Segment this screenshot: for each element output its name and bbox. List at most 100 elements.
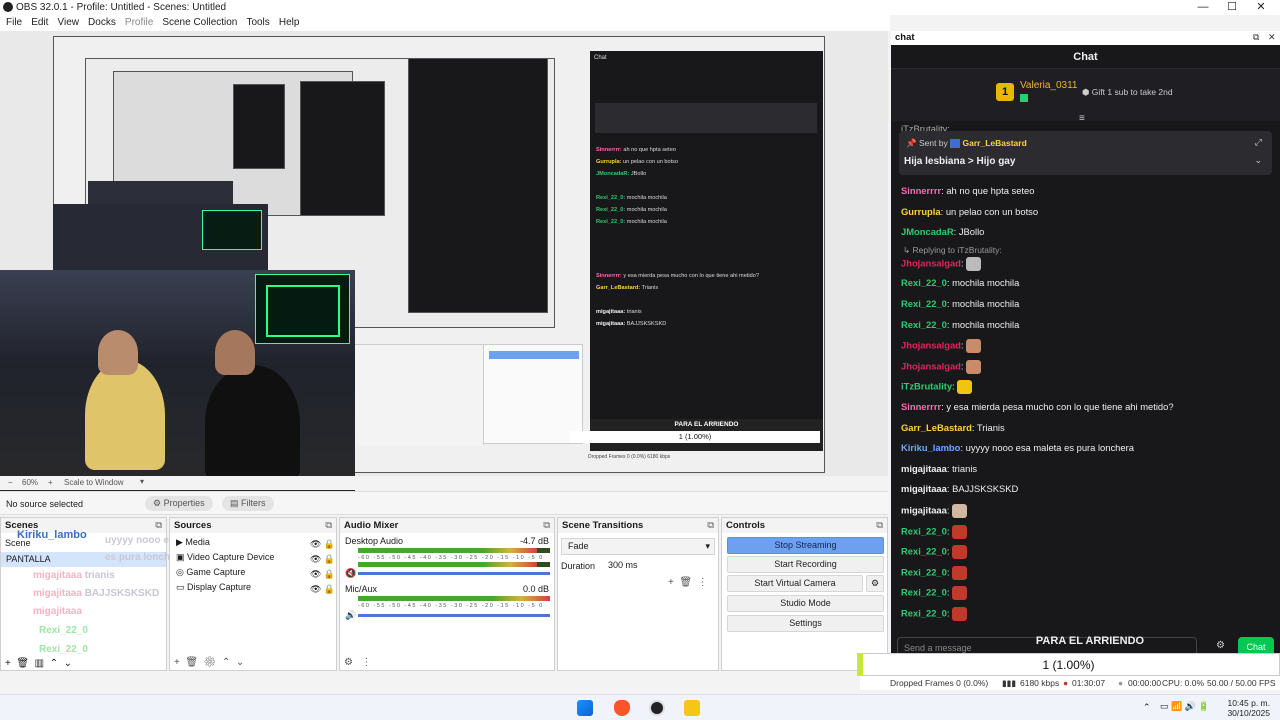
chat-username[interactable]: Rexi_22_0 [901, 587, 947, 598]
mute-icon[interactable]: 🔇 [345, 568, 356, 579]
chat-username[interactable]: JMoncadaR [901, 226, 954, 237]
preview-area[interactable]: Chat Sinnerrrr: ah no que hpta seteo Gur… [0, 31, 888, 505]
move-down-icon[interactable]: ⌄ [236, 657, 244, 668]
trash-icon[interactable]: 🗑 [679, 577, 692, 588]
chat-username[interactable]: Rexi_22_0 [901, 566, 947, 577]
source-item[interactable]: ▭ Display Capture [176, 582, 251, 593]
menu-profile[interactable]: Profile [125, 15, 153, 31]
add-icon[interactable]: + [668, 577, 674, 588]
menu-scene-collection[interactable]: Scene Collection [162, 15, 237, 31]
chat-username[interactable]: Rexi_22_0 [901, 277, 947, 288]
undock-icon[interactable]: ⧉ [155, 518, 162, 533]
eye-icon[interactable]: 👁 🔒 [310, 537, 335, 552]
chat-username[interactable]: Rexi_22_0 [901, 298, 947, 309]
source-item[interactable]: ▣ Video Capture Device [176, 552, 274, 563]
unpin-icon[interactable]: ⤢ [1255, 137, 1262, 148]
undock-icon[interactable]: ⧉ [325, 518, 332, 533]
gear-icon[interactable]: ⚙ [344, 657, 353, 668]
chat-username[interactable]: Sinnerrrr [901, 185, 941, 196]
menu-tools[interactable]: Tools [246, 15, 269, 31]
more-icon[interactable]: ⋮ [361, 657, 371, 668]
add-icon[interactable]: + [174, 657, 180, 668]
chat-username[interactable]: Garr_LeBastard [901, 422, 972, 433]
add-icon[interactable]: + [5, 658, 11, 669]
zoom-in-button[interactable]: + [48, 478, 53, 487]
undock-icon[interactable]: ⧉ [1253, 32, 1259, 43]
chat-username[interactable]: migajitaaa [901, 483, 947, 494]
settings-button[interactable]: Settings [727, 615, 884, 632]
undock-icon[interactable]: ⧉ [876, 518, 883, 533]
menu-edit[interactable]: Edit [31, 15, 48, 31]
chevron-down-icon[interactable]: ⌄ [1254, 155, 1262, 166]
audio-mixer-title: Audio Mixer [344, 520, 399, 531]
gear-icon[interactable]: ⚙ [204, 657, 217, 668]
eye-icon[interactable]: 👁 🔒 [310, 582, 335, 597]
minimize-button[interactable]: — [1190, 1, 1216, 14]
brave-browser-icon[interactable] [614, 700, 630, 716]
move-up-icon[interactable]: ⌃ [50, 658, 58, 669]
stop-streaming-button[interactable]: Stop Streaming [727, 537, 884, 554]
more-icon[interactable]: ⋮ [698, 577, 708, 588]
undock-icon[interactable]: ⧉ [543, 518, 550, 533]
source-item[interactable]: ▶ Media [176, 537, 210, 548]
scale-mode-select[interactable]: Scale to Window [64, 478, 124, 487]
windows-start-icon[interactable] [577, 700, 593, 716]
volume-slider[interactable] [358, 614, 550, 617]
eye-icon[interactable]: 👁 🔒 [310, 567, 335, 582]
chevron-down-icon[interactable]: ▾ [140, 477, 144, 486]
menu-help[interactable]: Help [279, 15, 300, 31]
transition-value: Fade [568, 541, 589, 551]
trash-icon[interactable]: 🗑 [16, 658, 29, 669]
transition-select[interactable]: Fade ▾ [561, 538, 715, 555]
start-virtual-camera-button[interactable]: Start Virtual Camera [727, 575, 863, 592]
maximize-button[interactable]: ☐ [1219, 1, 1245, 14]
undock-icon[interactable]: ⧉ [707, 518, 714, 533]
filter-icon[interactable]: ▥ [35, 658, 44, 669]
source-item[interactable]: ◎ Game Capture [176, 567, 245, 578]
controls-dock: Controls ⧉ Stop Streaming Start Recording… [721, 517, 888, 671]
tray-chevron-icon[interactable]: ⌃ [1143, 702, 1151, 713]
chat-username[interactable]: Gurrupla [901, 206, 941, 217]
cpu-usage: CPU: 0.0% [1162, 678, 1205, 688]
chat-username[interactable]: iTzBrutality [901, 381, 952, 392]
chat-username[interactable]: Sinnerrrr [901, 401, 941, 412]
file-explorer-icon[interactable] [684, 700, 700, 716]
trash-icon[interactable]: 🗑 [185, 657, 198, 668]
menu-docks[interactable]: Docks [88, 15, 116, 31]
meter-fill [358, 596, 550, 601]
chat-text: mochila mochila [952, 277, 1020, 289]
menu-view[interactable]: View [57, 15, 79, 31]
move-down-icon[interactable]: ⌄ [64, 658, 72, 669]
chat-username[interactable]: Rexi_22_0 [901, 319, 947, 330]
chat-username[interactable]: Jhojansalgad [901, 360, 961, 371]
speaker-icon[interactable]: 🔊 [345, 610, 356, 621]
camera-icon: ▣ [176, 552, 188, 562]
eye-icon[interactable]: 👁 🔒 [310, 552, 335, 567]
chat-username[interactable]: Rexi_22_0 [901, 546, 947, 557]
menu-file[interactable]: File [6, 15, 22, 31]
chat-username[interactable]: Jhojansalgad [901, 340, 961, 351]
studio-mode-button[interactable]: Studio Mode [727, 595, 884, 612]
zoom-out-button[interactable]: − [8, 478, 13, 487]
obs-taskbar-icon[interactable] [649, 700, 665, 716]
properties-button[interactable]: ⚙ Properties [145, 496, 213, 511]
virtual-camera-settings-button[interactable]: ⚙ [866, 575, 884, 592]
chat-username[interactable]: migajitaaa [901, 463, 947, 474]
clock[interactable]: 10:45 p. m. 30/10/2025 [1227, 698, 1270, 718]
ghost-row: migajitaaa trianis [33, 570, 115, 581]
record-icon: ● [1118, 678, 1124, 688]
chat-username[interactable]: Rexi_22_0 [901, 607, 947, 618]
start-recording-button[interactable]: Start Recording [727, 556, 884, 573]
chat-username[interactable]: migajitaaa [901, 504, 947, 515]
close-button[interactable]: ✕ [1248, 1, 1274, 14]
filters-button[interactable]: ▤ Filters [222, 496, 274, 511]
chat-username[interactable]: Rexi_22_0 [901, 525, 947, 536]
chat-username[interactable]: Kiriku_lambo [901, 442, 960, 453]
close-icon[interactable]: ✕ [1268, 32, 1276, 43]
tray-icons[interactable]: ▭ 📶 🔊 🔋 [1160, 701, 1210, 712]
move-up-icon[interactable]: ⌃ [222, 657, 230, 668]
chat-username[interactable]: Jhojansalgad [901, 257, 961, 268]
expand-icon[interactable]: ≡ [1079, 113, 1085, 124]
volume-slider[interactable] [358, 572, 550, 575]
duration-input[interactable]: 300 ms [605, 558, 715, 575]
